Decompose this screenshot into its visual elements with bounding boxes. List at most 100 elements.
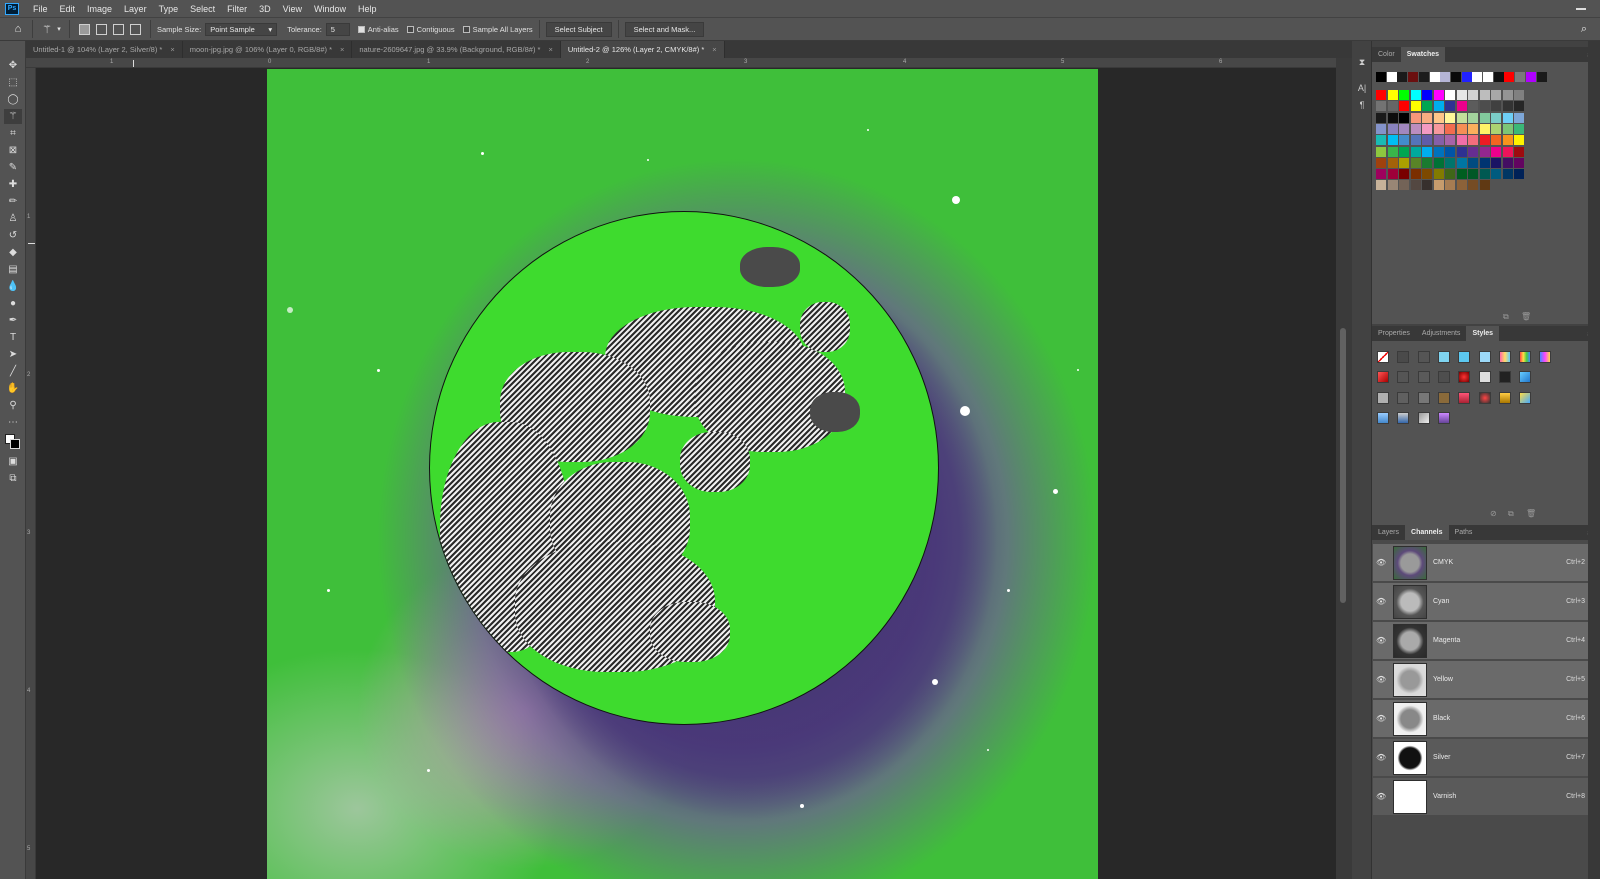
color-swatch[interactable] <box>1491 169 1501 180</box>
select-subject-button[interactable]: Select Subject <box>545 21 612 37</box>
menu-file[interactable]: File <box>27 4 54 14</box>
color-swatch[interactable] <box>1491 90 1501 100</box>
line-tool-icon[interactable]: ╱ <box>4 364 22 379</box>
color-swatch[interactable] <box>1422 157 1432 168</box>
menu-select[interactable]: Select <box>184 4 221 14</box>
style-preset[interactable] <box>1519 391 1532 404</box>
close-icon[interactable]: × <box>170 45 174 54</box>
color-swatch[interactable] <box>1387 101 1398 112</box>
color-swatch[interactable] <box>1504 72 1515 82</box>
color-swatch[interactable] <box>1376 112 1386 123</box>
color-swatch[interactable] <box>1445 169 1455 180</box>
add-to-selection-icon[interactable] <box>96 23 107 35</box>
color-swatch[interactable] <box>1399 90 1409 100</box>
gradient-tool-icon[interactable]: ▤ <box>4 262 22 277</box>
color-swatch[interactable] <box>1479 112 1490 123</box>
color-swatch[interactable] <box>1483 72 1493 82</box>
style-preset[interactable] <box>1437 411 1450 424</box>
brush-tool-icon[interactable]: ✏ <box>4 194 22 209</box>
menu-layer[interactable]: Layer <box>118 4 153 14</box>
color-swatch[interactable] <box>1433 90 1444 100</box>
color-swatch[interactable] <box>1450 72 1461 82</box>
color-swatch[interactable] <box>1445 180 1455 191</box>
channel-row-varnish[interactable]: 👁 Varnish Ctrl+8 <box>1373 778 1597 816</box>
tab-paths[interactable]: Paths <box>1449 525 1479 540</box>
color-swatch[interactable] <box>1433 123 1444 134</box>
sample-size-select[interactable]: Point Sample ▾ <box>205 22 278 36</box>
color-swatch[interactable] <box>1456 135 1467 146</box>
color-swatch[interactable] <box>1456 112 1467 123</box>
new-selection-icon[interactable] <box>79 23 90 35</box>
style-preset[interactable] <box>1478 391 1491 404</box>
color-swatch[interactable] <box>1376 123 1386 134</box>
style-preset[interactable] <box>1437 351 1450 363</box>
background-color-swatch[interactable] <box>10 439 20 449</box>
zoom-tool-icon[interactable]: ⚲ <box>4 398 22 413</box>
color-swatch[interactable] <box>1387 135 1398 146</box>
tab-untitled-1[interactable]: Untitled-1 @ 104% (Layer 2, Silver/8) * … <box>26 41 183 58</box>
color-swatch[interactable] <box>1376 157 1386 168</box>
more-tools-icon[interactable]: ⋯ <box>4 415 22 430</box>
eye-icon[interactable]: 👁 <box>1376 792 1390 801</box>
style-preset[interactable] <box>1397 411 1410 424</box>
color-swatch[interactable] <box>1408 72 1419 82</box>
style-preset[interactable] <box>1377 391 1389 404</box>
color-swatch[interactable] <box>1422 180 1432 191</box>
style-preset[interactable] <box>1377 371 1389 384</box>
style-preset[interactable] <box>1437 391 1450 404</box>
color-swatch[interactable] <box>1410 101 1421 112</box>
anti-alias-checkbox[interactable]: Anti-alias <box>357 25 399 34</box>
minimize-icon[interactable] <box>1576 8 1586 10</box>
eyedropper-tool-icon[interactable]: ✎ <box>4 160 22 175</box>
color-swatch[interactable] <box>1491 157 1501 168</box>
color-swatch[interactable] <box>1479 157 1490 168</box>
close-icon[interactable]: × <box>548 45 552 54</box>
clone-stamp-icon[interactable]: ♙ <box>4 211 22 226</box>
style-preset[interactable] <box>1397 371 1410 384</box>
lasso-tool-icon[interactable]: ◯ <box>4 92 22 107</box>
color-swatch[interactable] <box>1410 123 1421 134</box>
pen-tool-icon[interactable]: ✒ <box>4 313 22 328</box>
vertical-scrollbar[interactable] <box>1336 58 1352 879</box>
tab-color[interactable]: Color <box>1372 47 1401 62</box>
color-swatch[interactable] <box>1399 123 1409 134</box>
new-style-icon[interactable]: ⧉ <box>1508 509 1514 519</box>
color-swatch[interactable] <box>1445 123 1455 134</box>
magic-wand-tool-icon[interactable]: ⚚ <box>4 109 22 124</box>
paragraph-panel-icon[interactable]: ¶ <box>1355 98 1369 112</box>
color-swatch[interactable] <box>1472 72 1483 82</box>
color-swatch[interactable] <box>1491 123 1501 134</box>
color-swatch[interactable] <box>1445 101 1455 112</box>
color-swatch[interactable] <box>1433 101 1444 112</box>
new-swatch-icon[interactable]: ⧉ <box>1503 312 1509 322</box>
tab-styles[interactable]: Styles <box>1466 326 1500 341</box>
color-swatch[interactable] <box>1433 169 1444 180</box>
tab-properties[interactable]: Properties <box>1372 326 1416 341</box>
color-swatch[interactable] <box>1410 112 1421 123</box>
color-swatch[interactable] <box>1468 101 1478 112</box>
character-panel-icon[interactable]: A| <box>1355 81 1369 95</box>
color-swatch[interactable] <box>1468 169 1478 180</box>
color-swatch[interactable] <box>1479 180 1490 191</box>
magic-wand-preset-icon[interactable]: ⚚ <box>39 21 55 37</box>
delete-icon[interactable]: 🗑 <box>1521 312 1531 321</box>
color-swatch[interactable] <box>1456 169 1467 180</box>
color-swatch[interactable] <box>1514 112 1524 123</box>
color-swatch[interactable] <box>1387 157 1398 168</box>
color-swatch[interactable] <box>1491 112 1501 123</box>
color-swatch[interactable] <box>1502 101 1513 112</box>
crop-tool-icon[interactable]: ⌗ <box>4 126 22 141</box>
color-swatch[interactable] <box>1456 101 1467 112</box>
color-swatch[interactable] <box>1387 90 1398 100</box>
color-swatch[interactable] <box>1456 90 1467 100</box>
color-swatch[interactable] <box>1514 90 1524 100</box>
color-swatch[interactable] <box>1410 90 1421 100</box>
tab-moon-jpg[interactable]: moon-jpg.jpg @ 106% (Layer 0, RGB/8#) * … <box>182 41 353 58</box>
color-swatch[interactable] <box>1433 180 1444 191</box>
color-swatch[interactable] <box>1410 180 1421 191</box>
history-brush-icon[interactable]: ↺ <box>4 228 22 243</box>
menu-window[interactable]: Window <box>308 4 352 14</box>
blur-tool-icon[interactable]: 💧 <box>4 279 22 294</box>
channel-row-silver[interactable]: 👁 Silver Ctrl+7 <box>1373 739 1597 777</box>
clear-style-icon[interactable]: ⊘ <box>1490 509 1497 518</box>
